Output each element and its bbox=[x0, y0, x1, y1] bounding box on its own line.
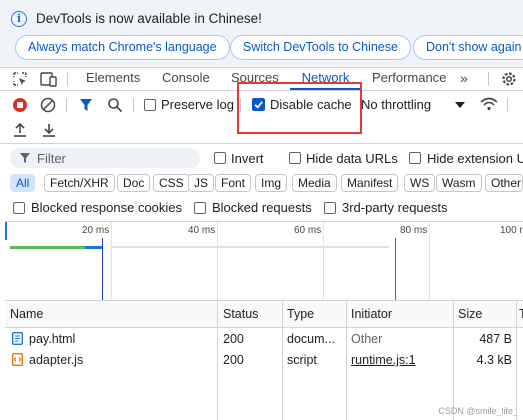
timeline-gridline bbox=[323, 222, 324, 300]
blocked-response-cookies-label: Blocked response cookies bbox=[31, 200, 183, 215]
search-icon[interactable] bbox=[107, 97, 123, 113]
tab-performance[interactable]: Performance bbox=[372, 68, 446, 90]
filter-chip-media[interactable]: Media bbox=[292, 174, 337, 192]
tab-elements[interactable]: Elements bbox=[86, 68, 140, 90]
filter-placeholder: Filter bbox=[37, 151, 66, 166]
infobar-message: DevTools is now available in Chinese! bbox=[36, 11, 262, 26]
hide-data-urls-checkbox[interactable] bbox=[289, 152, 301, 164]
more-tabs-chevron-icon[interactable]: » bbox=[460, 68, 468, 90]
preserve-log-label: Preserve log bbox=[161, 97, 234, 112]
export-har-download-icon[interactable] bbox=[42, 122, 56, 138]
filter-chip-fetch-xhr[interactable]: Fetch/XHR bbox=[44, 174, 115, 192]
column-header-time[interactable]: T bbox=[519, 307, 523, 321]
throttling-select[interactable]: No throttling bbox=[361, 97, 431, 112]
toolbar-divider bbox=[0, 143, 523, 144]
document-file-icon bbox=[12, 332, 23, 345]
network-conditions-wifi-icon[interactable] bbox=[480, 96, 498, 112]
filter-chip-other[interactable]: Other bbox=[485, 174, 523, 192]
blocked-response-cookies-checkbox[interactable] bbox=[13, 202, 25, 214]
timeline-tick-label: 100 r bbox=[500, 225, 523, 236]
import-har-upload-icon[interactable] bbox=[13, 122, 27, 138]
request-size: 487 B bbox=[479, 332, 512, 346]
always-match-language-button[interactable]: Always match Chrome's language bbox=[15, 35, 230, 60]
timeline-load-event-line bbox=[395, 238, 396, 300]
stop-recording-icon[interactable] bbox=[12, 97, 28, 113]
device-toolbar-icon[interactable] bbox=[40, 71, 58, 87]
settings-gear-icon[interactable] bbox=[500, 70, 518, 88]
script-file-icon bbox=[12, 353, 23, 366]
column-header-name[interactable]: Name bbox=[10, 307, 43, 321]
column-header-status[interactable]: Status bbox=[223, 307, 258, 321]
info-icon: i bbox=[11, 11, 27, 27]
toolbar-divider bbox=[67, 72, 68, 86]
timeline-gridline bbox=[429, 222, 430, 300]
invert-label: Invert bbox=[231, 151, 264, 166]
request-initiator-link[interactable]: runtime.js:1 bbox=[351, 353, 416, 367]
column-header-initiator[interactable]: Initiator bbox=[351, 307, 392, 321]
filter-chip-js[interactable]: JS bbox=[188, 174, 215, 192]
preserve-log-checkbox[interactable] bbox=[144, 99, 156, 111]
filter-chip-img[interactable]: Img bbox=[255, 174, 288, 192]
table-row[interactable] bbox=[5, 328, 523, 349]
timeline-request-bar bbox=[85, 246, 103, 249]
blocked-requests-label: Blocked requests bbox=[212, 200, 312, 215]
request-status: 200 bbox=[223, 353, 244, 367]
filter-funnel-icon[interactable] bbox=[79, 98, 93, 112]
toolbar-divider bbox=[507, 98, 508, 112]
filter-chip-ws[interactable]: WS bbox=[404, 174, 436, 192]
timeline-tick-label: 40 ms bbox=[188, 225, 216, 236]
tab-console[interactable]: Console bbox=[162, 68, 210, 90]
filter-funnel-icon bbox=[20, 153, 30, 163]
request-type: script bbox=[287, 353, 317, 367]
timeline-start-marker bbox=[5, 222, 7, 240]
toolbar-divider bbox=[66, 98, 67, 112]
request-type: docum... bbox=[287, 332, 335, 346]
requests-table-header bbox=[5, 301, 523, 328]
filter-chip-manifest[interactable]: Manifest bbox=[341, 174, 399, 192]
timeline-gridline bbox=[217, 222, 218, 300]
column-header-size[interactable]: Size bbox=[458, 307, 482, 321]
column-header-type[interactable]: Type bbox=[287, 307, 314, 321]
toolbar-divider bbox=[133, 98, 134, 112]
hide-extension-urls-checkbox[interactable] bbox=[409, 152, 421, 164]
timeline-tick-label: 20 ms bbox=[82, 225, 110, 236]
filter-chip-css[interactable]: CSS bbox=[153, 174, 190, 192]
timeline-domcontentloaded-line bbox=[102, 238, 103, 300]
watermark-text: CSDN @smile_life_ bbox=[438, 406, 518, 416]
request-name: pay.html bbox=[29, 332, 76, 346]
dont-show-again-button[interactable]: Don't show again bbox=[413, 35, 523, 60]
third-party-requests-checkbox[interactable] bbox=[324, 202, 336, 214]
invert-checkbox[interactable] bbox=[214, 152, 226, 164]
filter-chip-doc[interactable]: Doc bbox=[117, 174, 151, 192]
request-name: adapter.js bbox=[29, 353, 84, 367]
filter-chip-all[interactable]: All bbox=[10, 174, 36, 192]
request-status: 200 bbox=[223, 332, 244, 346]
hide-data-urls-label: Hide data URLs bbox=[306, 151, 398, 166]
hide-extension-urls-label: Hide extension U bbox=[427, 151, 523, 166]
timeline-tick-label: 80 ms bbox=[400, 225, 428, 236]
timeline-request-bar bbox=[111, 246, 389, 248]
highlight-annotation-box bbox=[237, 82, 362, 134]
switch-to-chinese-button[interactable]: Switch DevTools to Chinese bbox=[230, 35, 411, 60]
filter-chip-font[interactable]: Font bbox=[215, 174, 252, 192]
filter-chip-wasm[interactable]: Wasm bbox=[436, 174, 482, 192]
toolbar-divider bbox=[488, 72, 489, 86]
blocked-requests-checkbox[interactable] bbox=[194, 202, 206, 214]
clear-log-icon[interactable] bbox=[40, 97, 56, 113]
timeline-gridline bbox=[111, 222, 112, 300]
timeline-request-bar bbox=[10, 246, 85, 249]
request-size: 4.3 kB bbox=[476, 353, 512, 367]
third-party-requests-label: 3rd-party requests bbox=[342, 200, 448, 215]
timeline-tick-label: 60 ms bbox=[294, 225, 322, 236]
throttling-dropdown-arrow-icon[interactable] bbox=[455, 101, 465, 109]
inspect-element-icon[interactable] bbox=[12, 71, 28, 87]
request-initiator: Other bbox=[351, 332, 383, 346]
